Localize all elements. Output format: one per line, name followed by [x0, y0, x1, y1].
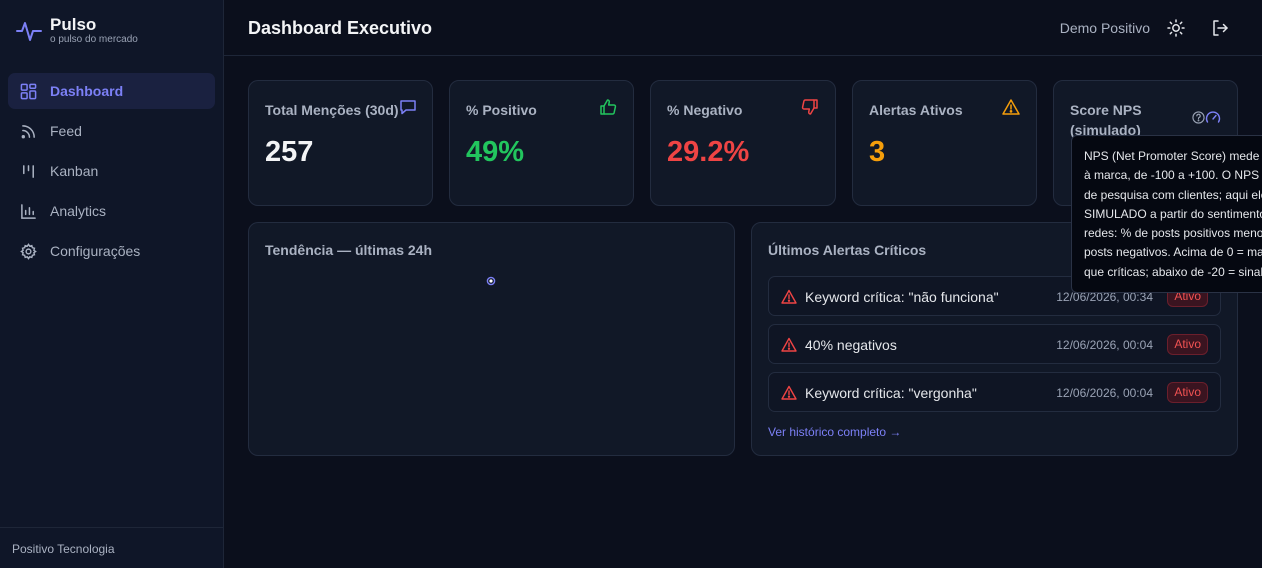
- nps-tooltip: NPS (Net Promoter Score) mede a à marca,…: [1071, 135, 1262, 293]
- stat-label: Score NPS (simulado): [1070, 100, 1142, 140]
- stat-value: 3: [869, 136, 886, 168]
- stat-label: % Negativo: [667, 102, 743, 118]
- stat-card-negative: % Negativo 29.2%: [650, 80, 836, 206]
- stat-label: Alertas Ativos: [869, 102, 963, 118]
- warning-icon: [1002, 99, 1020, 115]
- stat-label: % Positivo: [466, 102, 537, 118]
- stat-value: 49%: [466, 136, 525, 168]
- sidebar-item-analytics[interactable]: Analytics: [8, 193, 215, 229]
- tooltip-line: que críticas; abaixo de -20 = sinal: [1084, 264, 1262, 279]
- tooltip-line: posts negativos. Acima de 0 = mai: [1084, 245, 1262, 260]
- thumbs-down-icon: [801, 99, 818, 115]
- logout-icon[interactable]: [1211, 19, 1229, 37]
- stat-card-mentions: Total Menções (30d) 257: [248, 80, 433, 206]
- top-header: Dashboard Executivo Demo Positivo: [224, 0, 1262, 56]
- alert-row[interactable]: 40% negativos 12/06/2026, 00:04 Ativo: [768, 324, 1221, 364]
- stat-label-line: Score NPS: [1070, 102, 1142, 118]
- tooltip-line: redes: % de posts positivos menos: [1084, 226, 1262, 241]
- sidebar-item-dashboard[interactable]: Dashboard: [8, 73, 215, 109]
- sidebar-item-kanban[interactable]: Kanban: [8, 153, 215, 189]
- tooltip-line: NPS (Net Promoter Score) mede a: [1084, 149, 1262, 163]
- alert-row[interactable]: Keyword crítica: "vergonha" 12/06/2026, …: [768, 372, 1221, 412]
- help-icon[interactable]: [1192, 111, 1205, 124]
- alert-text: Keyword crítica: "não funciona": [805, 289, 999, 305]
- tooltip-line: à marca, de -100 a +100. O NPS re: [1084, 168, 1262, 183]
- stat-value: 257: [265, 136, 314, 168]
- alerts-title: Últimos Alertas Críticos: [768, 242, 927, 258]
- sidebar-item-label: Kanban: [50, 163, 99, 179]
- chat-icon: [400, 100, 416, 115]
- brand-tagline: o pulso do mercado: [50, 34, 138, 45]
- app-root: Pulso o pulso do mercado Dashboard Feed: [0, 0, 1262, 568]
- alert-text: 40% negativos: [805, 337, 897, 353]
- gear-icon: [20, 242, 37, 260]
- alert-timestamp: 12/06/2026, 00:04: [1056, 386, 1153, 400]
- status-badge: Ativo: [1167, 334, 1208, 355]
- dashboard-icon: [20, 83, 37, 99]
- sidebar-item-configuracoes[interactable]: Configurações: [8, 233, 215, 269]
- rss-icon: [21, 124, 35, 138]
- loading-spinner-icon: [486, 276, 496, 286]
- view-history-link[interactable]: Ver histórico completo →: [768, 425, 901, 439]
- tooltip-line: de pesquisa com clientes; aqui ele: [1084, 187, 1262, 202]
- sidebar-item-label: Dashboard: [50, 83, 124, 99]
- bar-chart-icon: [21, 203, 36, 219]
- sidebar-item-feed[interactable]: Feed: [8, 113, 215, 149]
- brand[interactable]: Pulso o pulso do mercado: [16, 16, 138, 46]
- alert-text: Keyword crítica: "vergonha": [805, 385, 977, 401]
- stat-card-alerts: Alertas Ativos 3: [852, 80, 1037, 206]
- stat-label: Total Menções (30d): [265, 102, 399, 118]
- organization-name: Positivo Tecnologia: [0, 527, 223, 568]
- pulse-logo-icon: [16, 22, 42, 41]
- user-name: Demo Positivo: [1059, 20, 1150, 36]
- stat-card-positive: % Positivo 49%: [449, 80, 634, 206]
- brand-name: Pulso: [50, 15, 97, 34]
- stat-value: 29.2%: [667, 136, 750, 168]
- thumbs-up-icon: [600, 99, 617, 115]
- page-title: Dashboard Executivo: [248, 18, 433, 38]
- sidebar-item-label: Analytics: [50, 203, 107, 219]
- alert-timestamp: 12/06/2026, 00:04: [1056, 338, 1153, 352]
- status-badge: Ativo: [1167, 382, 1208, 403]
- trend-chart-card: Tendência — últimas 24h: [248, 222, 735, 456]
- sun-icon[interactable]: [1167, 19, 1185, 37]
- sidebar: Pulso o pulso do mercado Dashboard Feed: [0, 0, 224, 568]
- sidebar-item-label: Configurações: [50, 243, 141, 259]
- trend-title: Tendência — últimas 24h: [265, 242, 433, 258]
- sidebar-item-label: Feed: [50, 123, 82, 139]
- kanban-icon: [23, 164, 34, 178]
- warning-icon: [781, 337, 797, 352]
- tooltip-line: SIMULADO a partir do sentimento: [1084, 206, 1262, 221]
- sidebar-nav: Dashboard Feed Kanban Analytics Configur…: [8, 73, 215, 273]
- gauge-icon: [1205, 111, 1221, 123]
- warning-icon: [781, 385, 797, 400]
- warning-icon: [781, 289, 797, 304]
